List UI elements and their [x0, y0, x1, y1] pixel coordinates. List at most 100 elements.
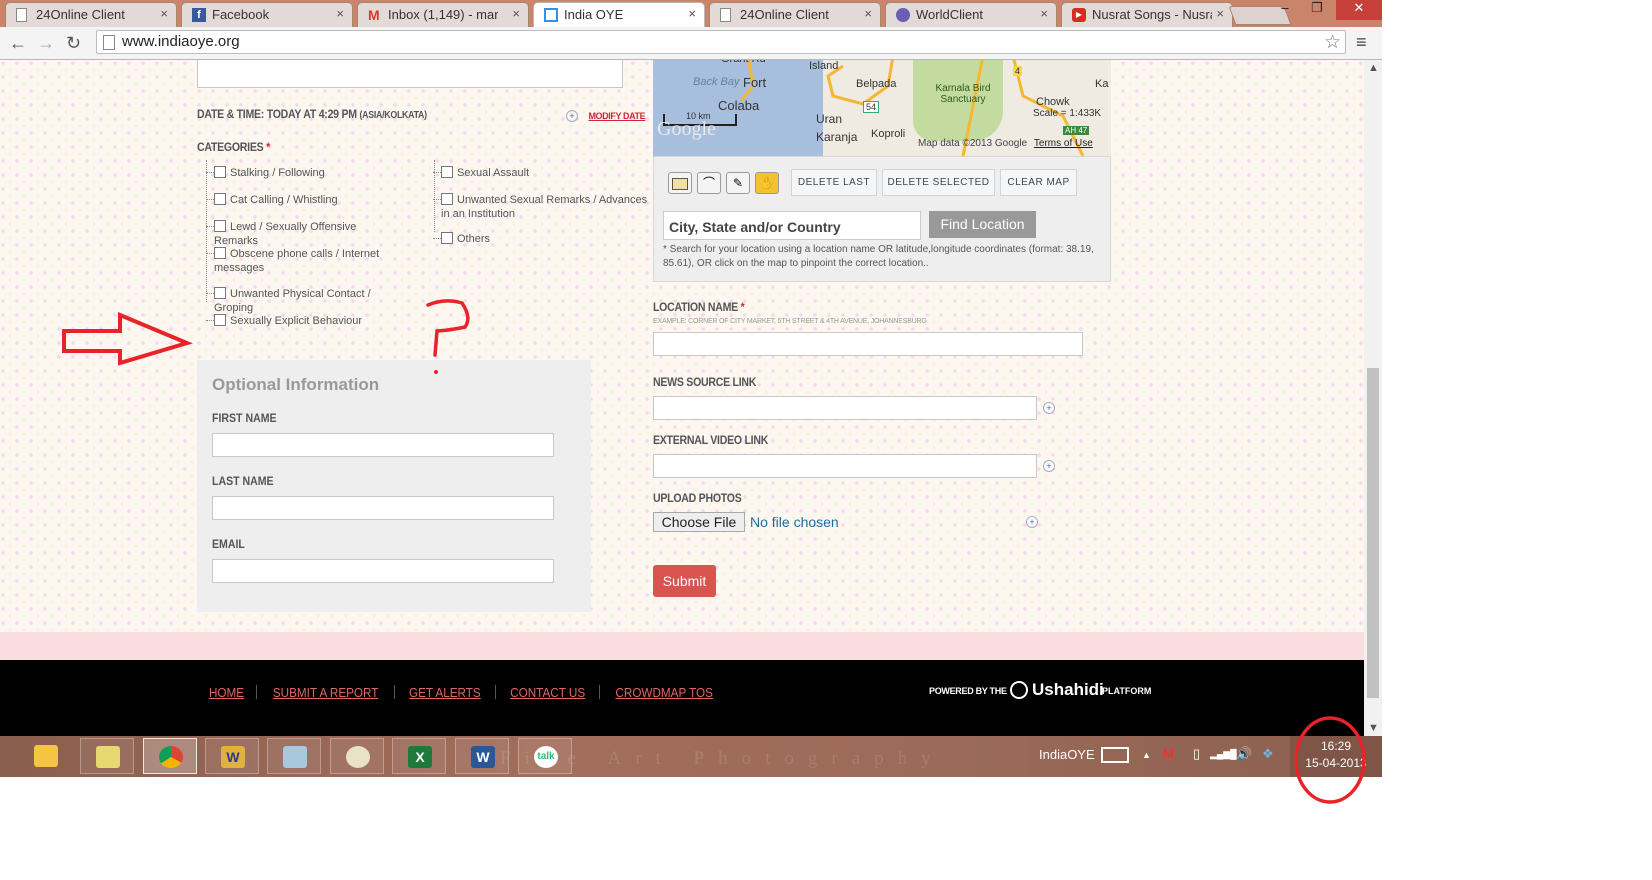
platform-text: PLATFORM — [1102, 686, 1152, 696]
bookmark-star-icon[interactable]: ☆ — [1324, 31, 1341, 54]
last-name-input[interactable] — [212, 496, 554, 520]
add-news-link-icon[interactable]: + — [1043, 402, 1055, 414]
category-checkbox[interactable] — [441, 232, 453, 244]
close-window-button[interactable]: ✕ — [1336, 0, 1382, 20]
vertical-scrollbar[interactable]: ▲ ▼ — [1364, 60, 1382, 736]
ushahidi-brand[interactable]: Ushahidi — [1032, 680, 1104, 700]
scrollbar-thumb[interactable] — [1367, 368, 1379, 698]
submit-button[interactable]: Submit — [653, 565, 716, 597]
close-tab-icon[interactable]: × — [1216, 6, 1224, 21]
choose-file-button[interactable]: Choose File — [653, 512, 745, 532]
category-checkbox[interactable] — [214, 166, 226, 178]
terms-of-use-link[interactable]: Terms of Use — [1034, 138, 1093, 149]
add-video-link-icon[interactable]: + — [1043, 460, 1055, 472]
back-icon[interactable]: ← — [9, 33, 27, 54]
close-tab-icon[interactable]: × — [688, 6, 696, 21]
location-name-input[interactable] — [653, 332, 1083, 356]
taskbar-notes[interactable] — [267, 738, 321, 774]
forward-icon[interactable]: → — [37, 33, 55, 54]
description-textarea[interactable] — [197, 60, 623, 88]
delete-last-button[interactable]: DELETE LAST — [791, 169, 877, 196]
email-input[interactable] — [212, 559, 554, 583]
dropbox-icon[interactable]: ❖ — [1262, 746, 1274, 762]
news-source-link-input[interactable] — [653, 396, 1037, 420]
category-option[interactable]: Sexually Explicit Behaviour — [214, 314, 394, 328]
first-name-input[interactable] — [212, 433, 554, 457]
plus-icon[interactable]: + — [566, 110, 578, 122]
tab-24online-client-2[interactable]: 24Online Client × — [709, 2, 881, 27]
taskbar-chrome[interactable] — [143, 738, 197, 774]
battery-icon[interactable]: ▯ — [1193, 746, 1200, 762]
close-tab-icon[interactable]: × — [512, 6, 520, 21]
category-checkbox[interactable] — [214, 220, 226, 232]
footer-link-home[interactable]: HOME — [209, 685, 244, 700]
category-checkbox[interactable] — [441, 166, 453, 178]
category-option[interactable]: Lewd / Sexually Offensive Remarks — [214, 220, 394, 248]
url-text[interactable]: www.indiaoye.org — [122, 33, 240, 50]
restore-button[interactable]: ❐ — [1302, 0, 1332, 20]
reload-icon[interactable]: ↻ — [66, 33, 81, 54]
location-map[interactable]: Grant Rd Back Bay Fort Colaba Island Bel… — [653, 60, 1111, 156]
category-option[interactable]: Cat Calling / Whistling — [214, 193, 394, 207]
gmail-notifier-icon[interactable]: M — [1163, 746, 1174, 761]
category-option[interactable]: Unwanted Physical Contact / Groping — [214, 287, 394, 315]
taskbar-file-explorer[interactable] — [19, 738, 73, 774]
chrome-icon — [159, 746, 183, 768]
external-video-link-input[interactable] — [653, 454, 1037, 478]
tree-line — [206, 160, 207, 302]
category-option[interactable]: Others — [441, 232, 651, 246]
signal-icon[interactable]: ▂▄▆█ — [1210, 749, 1237, 760]
system-clock[interactable]: 16:29 15-04-2013 — [1290, 736, 1382, 777]
taskbar-paint[interactable] — [330, 738, 384, 774]
footer-link-get-alerts[interactable]: GET ALERTS — [409, 685, 481, 700]
modify-date-link[interactable]: MODIFY DATE — [588, 111, 645, 121]
category-checkbox[interactable] — [214, 247, 226, 259]
category-checkbox[interactable] — [214, 193, 226, 205]
scroll-up-icon[interactable]: ▲ — [1368, 62, 1379, 74]
tab-facebook[interactable]: f Facebook × — [181, 2, 353, 27]
taskbar-word[interactable]: W — [455, 738, 509, 774]
tab-worldclient[interactable]: WorldClient × — [885, 2, 1057, 27]
tab-gmail-inbox[interactable]: M Inbox (1,149) - manwir × — [357, 2, 529, 27]
category-option[interactable]: Obscene phone calls / Internet messages — [214, 247, 394, 275]
category-option[interactable]: Unwanted Sexual Remarks / Advances in an… — [441, 193, 651, 221]
scroll-down-icon[interactable]: ▼ — [1368, 722, 1379, 734]
facebook-icon: f — [192, 8, 206, 22]
category-checkbox[interactable] — [214, 287, 226, 299]
category-checkbox[interactable] — [441, 193, 453, 205]
find-location-button[interactable]: Find Location — [929, 211, 1036, 238]
footer-link-contact-us[interactable]: CONTACT US — [510, 685, 585, 700]
add-photo-icon[interactable]: + — [1026, 516, 1038, 528]
close-tab-icon[interactable]: × — [336, 6, 344, 21]
modify-date[interactable]: + MODIFY DATE — [566, 106, 646, 124]
pan-tool-icon[interactable]: ✋ — [755, 172, 779, 194]
touch-keyboard-icon[interactable] — [1101, 747, 1129, 763]
category-option[interactable]: Stalking / Following — [214, 166, 394, 180]
taskbar-word-old[interactable]: W — [205, 738, 259, 774]
minimize-button[interactable]: – — [1270, 0, 1300, 20]
location-search-input[interactable]: City, State and/or Country — [663, 211, 921, 240]
tab-india-oye[interactable]: India OYE × — [533, 2, 705, 27]
taskbar-excel[interactable]: X — [392, 738, 446, 774]
menu-icon[interactable]: ≡ — [1356, 32, 1367, 53]
address-bar[interactable]: www.indiaoye.org ☆ — [96, 30, 1346, 54]
point-tool-icon[interactable]: ✎ — [726, 172, 750, 194]
footer-link-submit-a-report[interactable]: SUBMIT A REPORT — [273, 685, 379, 700]
close-tab-icon[interactable]: × — [1040, 6, 1048, 21]
taskbar-google-talk[interactable]: talk — [518, 738, 572, 774]
footer-link-crowdmap-tos[interactable]: CROWDMAP TOS — [616, 685, 714, 700]
indiaoye-toolbar-label[interactable]: IndiaOYE — [1039, 747, 1095, 762]
category-checkbox[interactable] — [214, 314, 226, 326]
close-tab-icon[interactable]: × — [160, 6, 168, 21]
clear-map-button[interactable]: CLEAR MAP — [1000, 169, 1077, 196]
line-tool-icon[interactable]: ⌒ — [697, 172, 721, 194]
category-option[interactable]: Sexual Assault — [441, 166, 651, 180]
tab-nusrat-songs[interactable]: ▶ Nusrat Songs - Nusrat × — [1061, 2, 1233, 27]
delete-selected-button[interactable]: DELETE SELECTED — [882, 169, 995, 196]
volume-icon[interactable]: 🔊 — [1236, 746, 1252, 762]
tab-24online-client[interactable]: 24Online Client × — [5, 2, 177, 27]
show-hidden-icons[interactable]: ▲ — [1142, 750, 1151, 760]
taskbar-folder[interactable] — [80, 738, 134, 774]
close-tab-icon[interactable]: × — [864, 6, 872, 21]
polygon-tool-icon[interactable] — [668, 172, 692, 194]
